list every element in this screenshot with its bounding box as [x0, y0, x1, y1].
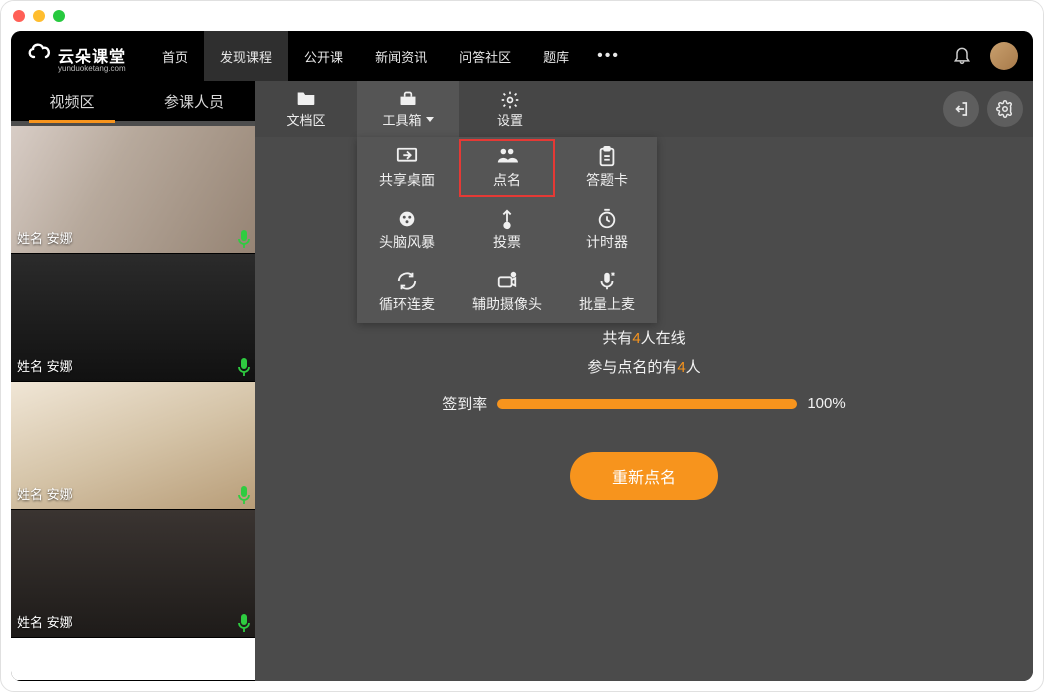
video-tile[interactable]: 姓名 安娜 [11, 382, 255, 510]
tool-label: 辅助摄像头 [472, 294, 542, 314]
video-list: 姓名 安娜 姓名 安娜 姓名 安娜 姓名 安娜 [11, 123, 255, 681]
rate-label: 签到率 [442, 393, 487, 414]
batch-mic-icon [596, 270, 618, 290]
exit-button[interactable] [943, 91, 979, 127]
chevron-down-icon [426, 117, 434, 122]
docs-label: 文档区 [286, 110, 325, 129]
rollcall-stats: 共有4人在线 参与点名的有4人 签到率 100% 重新点名 [255, 327, 1033, 500]
tab-participants[interactable]: 参课人员 [133, 81, 255, 121]
microphone-icon [237, 229, 251, 247]
video-tile[interactable]: 姓名 安娜 [11, 126, 255, 254]
tool-share-screen[interactable]: 共享桌面 [357, 137, 457, 199]
tool-label: 批量上麦 [579, 294, 635, 314]
user-avatar[interactable] [990, 42, 1018, 70]
participant-name: 姓名 安娜 [17, 356, 73, 375]
browser-frame: 云朵课堂 yunduoketang.com 首页发现课程公开课新闻资讯问答社区题… [0, 0, 1044, 692]
tool-label: 投票 [493, 232, 521, 252]
nav-item-2[interactable]: 公开课 [288, 31, 359, 81]
video-tile[interactable]: 姓名 安娜 [11, 254, 255, 382]
re-rollcall-button[interactable]: 重新点名 [570, 452, 718, 500]
main-toolbar: 文档区 工具箱 设置 [255, 81, 1033, 137]
nav-item-5[interactable]: 题库 [527, 31, 585, 81]
tool-brainstorm[interactable]: 头脑风暴 [357, 199, 457, 261]
vote-icon [496, 208, 518, 228]
nav-items: 首页发现课程公开课新闻资讯问答社区题库 [146, 31, 585, 81]
tool-timer[interactable]: 计时器 [557, 199, 657, 261]
participant-name: 姓名 安娜 [17, 612, 73, 631]
nav-item-0[interactable]: 首页 [146, 31, 204, 81]
maximize-window-button[interactable] [53, 10, 65, 22]
brand-name: 云朵课堂 [58, 49, 126, 66]
tool-label: 共享桌面 [379, 170, 435, 190]
toolbox-icon [398, 90, 418, 108]
folder-icon [296, 90, 316, 108]
toolbox-dropdown: 共享桌面 点名 答题卡头脑风暴 投票 计时器循环连麦 辅助摄像头 批量上麦 [357, 137, 657, 323]
gear-icon [500, 90, 520, 108]
nav-right [952, 42, 1018, 70]
brand-logo[interactable]: 云朵课堂 yunduoketang.com [26, 40, 126, 73]
microphone-icon [237, 485, 251, 503]
tool-label: 循环连麦 [379, 294, 435, 314]
signin-progress-bar [497, 399, 797, 409]
tool-label: 答题卡 [586, 170, 628, 190]
brand-sub: yunduoketang.com [58, 64, 126, 73]
toolbox-tab[interactable]: 工具箱 [357, 81, 459, 137]
microphone-icon [237, 357, 251, 375]
share-screen-icon [396, 146, 418, 166]
nav-item-1[interactable]: 发现课程 [204, 31, 288, 81]
rate-percent: 100% [807, 395, 845, 412]
config-button[interactable] [987, 91, 1023, 127]
participant-name: 姓名 安娜 [17, 484, 73, 503]
app-root: 云朵课堂 yunduoketang.com 首页发现课程公开课新闻资讯问答社区题… [11, 31, 1033, 681]
tool-batch-mic[interactable]: 批量上麦 [557, 261, 657, 323]
answer-card-icon [596, 146, 618, 166]
sidebar-tabs: 视频区 参课人员 [11, 81, 255, 123]
microphone-icon [237, 613, 251, 631]
signin-rate-row: 签到率 100% [442, 393, 845, 414]
online-line: 共有4人在线 [602, 327, 685, 348]
rollcall-icon [496, 146, 518, 166]
settings-tab[interactable]: 设置 [459, 81, 561, 137]
app-body: 视频区 参课人员 姓名 安娜 姓名 安娜 姓名 安娜 姓名 安娜 [11, 81, 1033, 681]
top-nav: 云朵课堂 yunduoketang.com 首页发现课程公开课新闻资讯问答社区题… [11, 31, 1033, 81]
notifications-icon[interactable] [952, 45, 972, 67]
loop-mic-icon [396, 270, 418, 290]
tool-aux-camera[interactable]: 辅助摄像头 [457, 261, 557, 323]
timer-icon [596, 208, 618, 228]
close-window-button[interactable] [13, 10, 25, 22]
video-tile[interactable]: 姓名 安娜 [11, 510, 255, 638]
tool-vote[interactable]: 投票 [457, 199, 557, 261]
video-sidebar: 视频区 参课人员 姓名 安娜 姓名 安娜 姓名 安娜 姓名 安娜 [11, 81, 255, 681]
nav-item-3[interactable]: 新闻资讯 [359, 31, 443, 81]
tool-answer-card[interactable]: 答题卡 [557, 137, 657, 199]
more-menu-icon[interactable]: ••• [585, 47, 632, 65]
main-area: 文档区 工具箱 设置 [255, 81, 1033, 681]
tool-loop-mic[interactable]: 循环连麦 [357, 261, 457, 323]
tool-rollcall[interactable]: 点名 [457, 137, 557, 199]
tab-video-zone[interactable]: 视频区 [11, 81, 133, 121]
window-titlebar [1, 1, 1043, 31]
aux-camera-icon [496, 270, 518, 290]
minimize-window-button[interactable] [33, 10, 45, 22]
tool-label: 点名 [493, 170, 521, 190]
docs-tab[interactable]: 文档区 [255, 81, 357, 137]
toolbox-label: 工具箱 [382, 110, 433, 129]
participate-line: 参与点名的有4人 [587, 356, 700, 377]
settings-label: 设置 [497, 110, 523, 129]
video-tile-empty [11, 638, 255, 681]
brainstorm-icon [396, 208, 418, 228]
tool-label: 计时器 [586, 232, 628, 252]
participant-name: 姓名 安娜 [17, 228, 73, 247]
cloud-icon [26, 40, 54, 62]
tool-label: 头脑风暴 [379, 232, 435, 252]
nav-item-4[interactable]: 问答社区 [443, 31, 527, 81]
